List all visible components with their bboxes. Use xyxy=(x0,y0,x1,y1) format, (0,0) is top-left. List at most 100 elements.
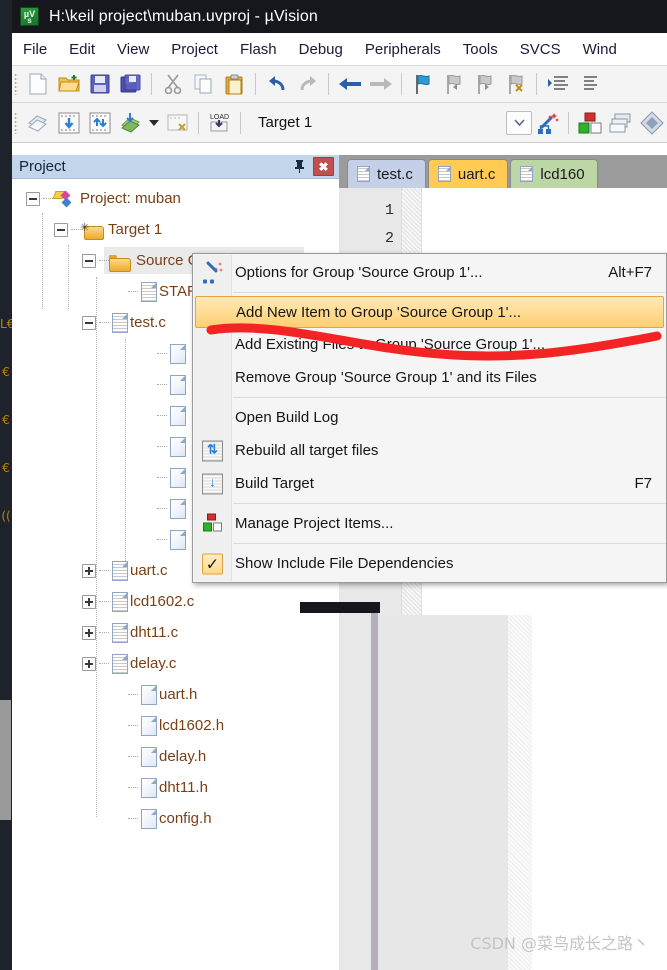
toolbar-grip[interactable] xyxy=(14,73,18,95)
expander-collapse-icon[interactable] xyxy=(26,191,40,206)
tree-guide-dot xyxy=(157,415,167,416)
target-select-dropdown-icon[interactable] xyxy=(506,110,532,135)
tree-node-dht11-h[interactable]: dht11.h xyxy=(12,772,339,803)
tree-node-label: config.h xyxy=(159,810,212,827)
context-menu-item-label: Add New Item to Group 'Source Group 1'..… xyxy=(236,303,522,321)
batch-build-dropdown-icon[interactable] xyxy=(147,109,161,137)
editor-tabstrip: test.c uart.c lcd160 xyxy=(339,155,667,188)
rebuild-all-icon[interactable] xyxy=(85,109,114,137)
outdent-icon[interactable] xyxy=(574,70,603,98)
expander-expand-icon[interactable] xyxy=(82,656,96,671)
context-menu-item-show-include-dependencies[interactable]: Show Include File Dependencies xyxy=(193,547,666,580)
expander-collapse-icon[interactable] xyxy=(54,222,68,237)
context-menu-item-build-target[interactable]: Build Target F7 xyxy=(193,467,666,500)
target-options-wand-icon[interactable] xyxy=(533,109,562,137)
toolbar-separator xyxy=(240,111,241,134)
menu-item-svcs[interactable]: SVCS xyxy=(509,38,572,61)
tree-node-delay-h[interactable]: delay.h xyxy=(12,741,339,772)
bookmark-toggle-icon[interactable] xyxy=(408,70,437,98)
pin-icon[interactable] xyxy=(289,157,309,177)
context-menu-item-options-for-group[interactable]: Options for Group 'Source Group 1'... Al… xyxy=(193,256,666,289)
uvision-icon xyxy=(20,7,39,26)
tree-guide-dot xyxy=(99,260,109,261)
copy-icon[interactable] xyxy=(189,70,218,98)
file-icon xyxy=(141,716,157,736)
tree-node-lcd1602-h[interactable]: lcd1602.h xyxy=(12,710,339,741)
tab-lcd1602-c[interactable]: lcd160 xyxy=(510,159,598,188)
tree-guide-dot xyxy=(99,663,109,664)
menu-item-flash[interactable]: Flash xyxy=(229,38,288,61)
open-file-icon[interactable] xyxy=(54,70,83,98)
tree-node-project-root[interactable]: Project: muban xyxy=(12,183,339,214)
tree-guide-dot xyxy=(99,322,109,323)
menu-item-file[interactable]: File xyxy=(12,38,58,61)
file-icon xyxy=(170,468,186,488)
bookmark-next-icon[interactable] xyxy=(470,70,499,98)
navigate-forward-icon[interactable] xyxy=(366,70,395,98)
bookmark-clear-icon[interactable] xyxy=(501,70,530,98)
navigate-back-icon[interactable] xyxy=(335,70,364,98)
tab-test-c[interactable]: test.c xyxy=(347,159,426,188)
toolbar-separator xyxy=(198,111,199,134)
build-toolbar-grip[interactable] xyxy=(14,111,18,134)
context-menu-item-remove-group[interactable]: Remove Group 'Source Group 1' and its Fi… xyxy=(193,361,666,394)
menu-item-tools[interactable]: Tools xyxy=(452,38,509,61)
target-select-value[interactable]: Target 1 xyxy=(258,114,312,131)
menu-item-edit[interactable]: Edit xyxy=(58,38,106,61)
tree-node-uart-h[interactable]: uart.h xyxy=(12,679,339,710)
svg-text:LOAD: LOAD xyxy=(210,114,229,121)
stop-build-icon[interactable] xyxy=(163,109,192,137)
tab-label: lcd160 xyxy=(540,165,585,183)
translate-file-icon[interactable] xyxy=(23,109,52,137)
build-icon xyxy=(202,473,223,494)
expander-expand-icon[interactable] xyxy=(82,625,96,640)
manage-multi-project-icon[interactable] xyxy=(606,109,635,137)
checkbox-checked-icon[interactable] xyxy=(202,553,223,576)
save-icon[interactable] xyxy=(85,70,114,98)
menu-item-window[interactable]: Wind xyxy=(572,38,628,61)
paste-icon[interactable] xyxy=(220,70,249,98)
pack-installer-icon[interactable] xyxy=(637,109,666,137)
build-target-icon[interactable] xyxy=(54,109,83,137)
expander-collapse-icon[interactable] xyxy=(82,253,96,268)
tree-node-dht11-c[interactable]: dht11.c xyxy=(12,617,339,648)
tree-guide-dot xyxy=(157,384,167,385)
line-number: 2 xyxy=(384,230,394,247)
expander-blank xyxy=(111,812,125,826)
tree-node-config-h[interactable]: config.h xyxy=(12,803,339,834)
manage-project-items-icon[interactable] xyxy=(575,109,604,137)
expander-expand-icon[interactable] xyxy=(82,594,96,609)
save-all-icon[interactable] xyxy=(116,70,145,98)
context-menu-item-label: Add Existing Files to Group 'Source Grou… xyxy=(235,336,546,353)
cut-icon[interactable] xyxy=(158,70,187,98)
menu-item-debug[interactable]: Debug xyxy=(288,38,354,61)
expander-collapse-icon[interactable] xyxy=(82,315,96,330)
tree-node-label: dht11.h xyxy=(159,779,208,796)
tab-uart-c[interactable]: uart.c xyxy=(427,159,509,188)
redo-icon[interactable] xyxy=(293,70,322,98)
expander-expand-icon[interactable] xyxy=(82,563,96,578)
tree-node-target-1[interactable]: Target 1 xyxy=(12,214,339,245)
context-menu-item-rebuild-all[interactable]: Rebuild all target files xyxy=(193,434,666,467)
context-menu-item-add-existing-files[interactable]: Add Existing Files to Group 'Source Grou… xyxy=(193,328,666,361)
batch-build-icon[interactable] xyxy=(116,109,145,137)
toolbar-separator xyxy=(568,111,569,134)
context-menu-item-manage-project-items[interactable]: Manage Project Items... xyxy=(193,507,666,540)
bookmark-prev-icon[interactable] xyxy=(439,70,468,98)
build-toolbar: LOAD Target 1 xyxy=(12,103,667,143)
close-icon[interactable]: ✖ xyxy=(313,157,334,176)
editor-hatch-rail xyxy=(508,615,532,970)
menu-item-view[interactable]: View xyxy=(106,38,160,61)
download-to-flash-icon[interactable]: LOAD xyxy=(205,109,234,137)
tree-node-delay-c[interactable]: delay.c xyxy=(12,648,339,679)
new-file-icon[interactable] xyxy=(23,70,52,98)
undo-icon[interactable] xyxy=(262,70,291,98)
tree-node-lcd1602-c[interactable]: lcd1602.c xyxy=(12,586,339,617)
context-menu-item-open-build-log[interactable]: Open Build Log xyxy=(193,401,666,434)
menu-item-peripherals[interactable]: Peripherals xyxy=(354,38,452,61)
indent-icon[interactable] xyxy=(543,70,572,98)
menu-item-project[interactable]: Project xyxy=(160,38,229,61)
context-menu-item-add-new-item[interactable]: Add New Item to Group 'Source Group 1'..… xyxy=(195,296,664,328)
tree-guide-dot xyxy=(157,539,167,540)
